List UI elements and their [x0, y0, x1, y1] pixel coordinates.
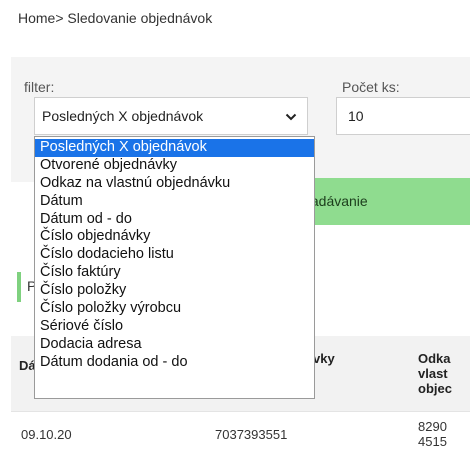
breadcrumb-current: Sledovanie objednávok — [63, 10, 213, 26]
count-input-value: 10 — [348, 108, 364, 124]
table-header-order-number: vky — [313, 351, 335, 366]
section-marker — [17, 272, 21, 302]
filter-option-own-order-ref[interactable]: Odkaz na vlastnú objednávku — [35, 175, 314, 193]
filter-option-delivery-note-number[interactable]: Číslo dodacieho listu — [35, 246, 314, 264]
table-cell-order-number[interactable]: 7037393551 — [215, 427, 287, 442]
table-cell-own-order-ref: 8290 4515 — [418, 419, 447, 449]
breadcrumb-separator: > — [55, 10, 64, 26]
filter-option-serial-number[interactable]: Sériové číslo — [35, 318, 314, 336]
filter-label: filter: — [24, 79, 55, 95]
filter-select[interactable]: Posledných X objednávok — [34, 97, 308, 135]
filter-option-open-orders[interactable]: Otvorené objednávky — [35, 157, 314, 175]
filter-option-item-number[interactable]: Číslo položky — [35, 282, 314, 300]
filter-option-date[interactable]: Dátum — [35, 193, 314, 211]
filter-option-order-number[interactable]: Číslo objednávky — [35, 228, 314, 246]
filter-option-invoice-number[interactable]: Číslo faktúry — [35, 264, 314, 282]
filter-select-value: Posledných X objednávok — [42, 108, 204, 124]
filter-option-delivery-date-range[interactable]: Dátum dodania od - do — [35, 354, 314, 372]
filter-option-date-range[interactable]: Dátum od - do — [35, 211, 314, 229]
chevron-down-icon — [285, 113, 297, 121]
filter-option-delivery-address[interactable]: Dodacia adresa — [35, 336, 314, 354]
filter-option-last-x-orders[interactable]: Posledných X objednávok — [35, 139, 314, 157]
count-label: Počet ks: — [342, 79, 400, 95]
table-cell-date: 09.10.20 — [21, 427, 72, 442]
breadcrumb-home-link[interactable]: Home — [18, 10, 55, 26]
table-header-own-order-ref: Odka vlast objec — [418, 351, 452, 396]
filter-option-manufacturer-item-number[interactable]: Číslo položky výrobcu — [35, 300, 314, 318]
count-input[interactable]: 10 — [336, 97, 470, 135]
filter-dropdown-list: Posledných X objednávok Otvorené objedná… — [34, 136, 315, 399]
breadcrumb: Home> Sledovanie objednávok — [18, 10, 212, 26]
table-row-divider — [11, 411, 470, 412]
